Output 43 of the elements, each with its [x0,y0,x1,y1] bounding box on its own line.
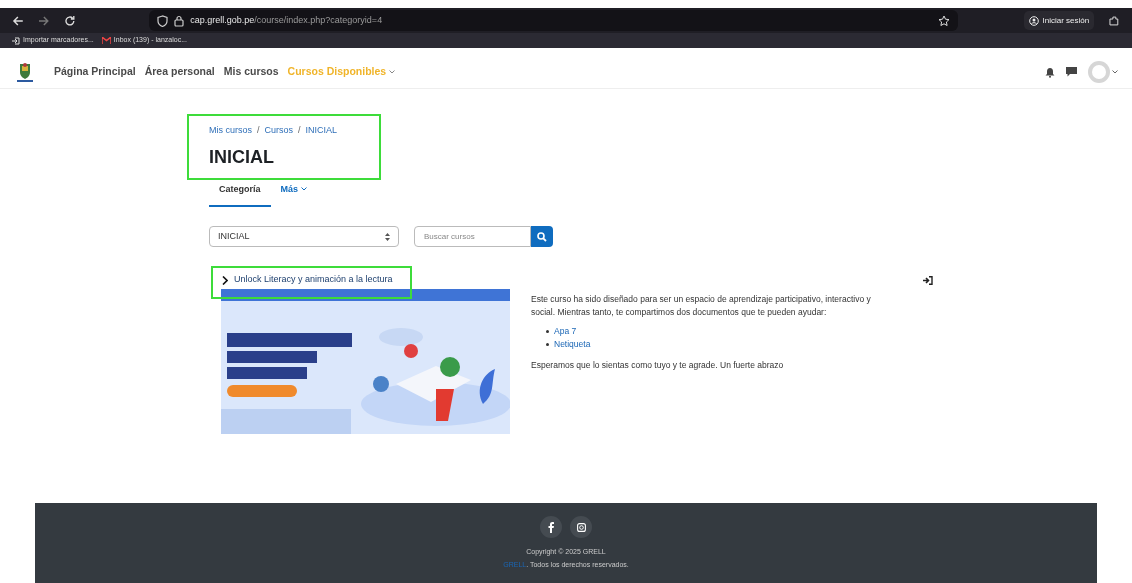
course-link[interactable]: Unlock Literacy y animación a la lectura [234,273,393,287]
breadcrumb-link[interactable]: Cursos [264,124,294,138]
mail-icon [101,37,111,44]
logo-icon[interactable] [14,61,36,83]
forward-icon[interactable] [37,14,50,27]
nav-link[interactable]: Área personal [144,64,215,80]
nav-link[interactable]: Mis cursos [223,64,279,80]
tab[interactable]: Más [270,183,318,207]
breadcrumb-separator: / [257,124,260,138]
breadcrumb-link[interactable]: INICIAL [305,124,338,138]
search-field[interactable]: Buscar cursos [414,226,531,247]
import-icon [12,36,20,45]
notification-bell-icon[interactable] [1045,66,1055,78]
caret-icon[interactable] [1112,70,1118,74]
breadcrumb-link[interactable]: Mis cursos [209,124,252,138]
bullet-icon [546,330,549,333]
sign-in-button[interactable]: Iniciar sesión [1023,11,1095,30]
breadcrumb-separator: / [298,124,301,138]
page-title: INICIAL [209,146,275,168]
tab[interactable]: Categoría [209,183,271,207]
instagram-icon[interactable] [570,516,592,538]
star-icon[interactable] [937,14,950,27]
document-link[interactable]: Apa 7 [554,325,577,338]
nav-link[interactable]: Página Principal [54,64,136,80]
reload-icon[interactable] [63,14,76,27]
lock-icon [174,14,185,27]
document-link[interactable]: Netiqueta [554,338,591,351]
facebook-icon[interactable] [540,516,562,538]
category-select[interactable]: INICIAL [209,226,399,247]
account-icon [1028,15,1039,26]
search-button[interactable] [531,226,553,247]
bullet-icon [546,343,549,346]
address-bar[interactable]: cap.grell.gob.pe/course/index.php?categoryid=4 [149,10,958,31]
url-text[interactable]: cap.grell.gob.pe/course/index.php?categoryid=4 [190,13,383,28]
chevron-icon[interactable] [222,275,228,285]
shield-icon [157,14,169,27]
sort-arrows-icon [385,232,390,241]
search-icon [537,231,547,242]
course-closing-text: Esperamos que lo sientas como tuyo y te agrade. Un fuerte abrazo [531,359,785,372]
back-icon[interactable] [12,14,24,27]
message-icon[interactable] [1066,67,1077,77]
course-description: Este curso ha sido diseñado para ser un espacio de aprendizaje participativo, interactivo y social. Mientras tanto, te compartimos dos documentos que te pueden ayudar: [531,293,872,319]
enrol-icon[interactable] [923,275,933,285]
